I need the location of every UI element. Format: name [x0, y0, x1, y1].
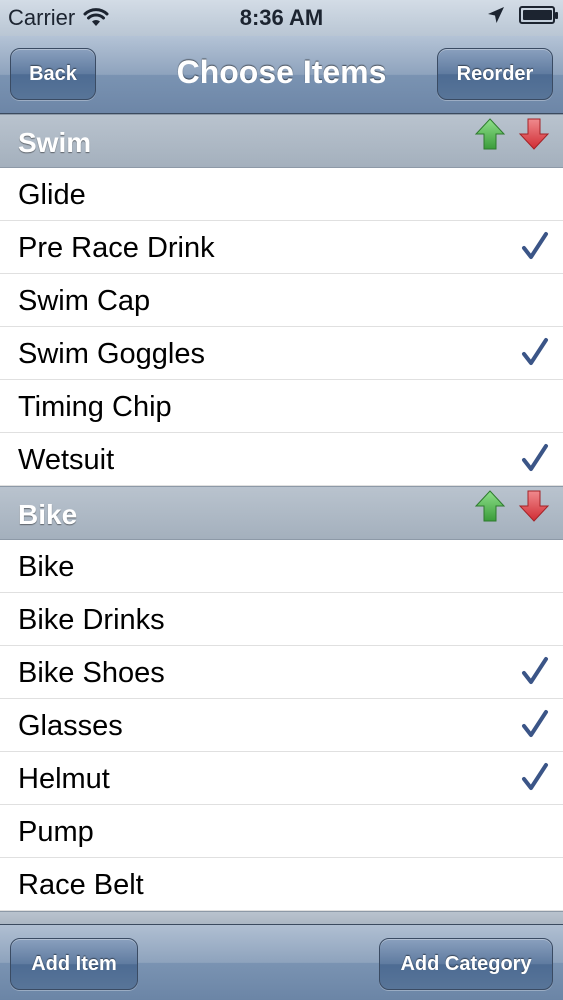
item-label: Timing Chip: [18, 391, 172, 423]
checkmark-icon: [522, 338, 548, 365]
section-title: Swim: [18, 127, 92, 158]
list-item[interactable]: Glide: [0, 168, 563, 221]
item-label: Bike Drinks: [18, 604, 165, 636]
item-label: Pre Race Drink: [18, 232, 215, 264]
list-item[interactable]: Bike: [0, 540, 563, 593]
section-title: Bike: [18, 499, 78, 530]
section-move-controls: [473, 117, 551, 151]
item-label: Glide: [18, 179, 86, 211]
list-item[interactable]: Glasses: [0, 699, 563, 752]
list-item[interactable]: Pump: [0, 805, 563, 858]
list-item[interactable]: Race Belt: [0, 858, 563, 911]
section-header-partial: [0, 911, 563, 924]
add-category-button[interactable]: Add Category: [379, 938, 553, 990]
move-up-arrow-icon[interactable]: [473, 489, 507, 523]
status-time: 8:36 AM: [239, 5, 324, 30]
item-label: Bike: [18, 551, 75, 583]
bottom-toolbar: Add Item Add Category: [0, 924, 563, 1000]
move-down-arrow-icon[interactable]: [517, 489, 551, 523]
section-header-bike: Bike: [0, 486, 563, 540]
move-down-arrow-icon[interactable]: [517, 117, 551, 151]
list-item[interactable]: Pre Race Drink: [0, 221, 563, 274]
item-label: Wetsuit: [18, 444, 115, 476]
item-label: Glasses: [18, 710, 123, 742]
add-item-button[interactable]: Add Item: [10, 938, 138, 990]
items-list[interactable]: Swim Glide Pre Race Drink Swim Cap Swim …: [0, 114, 563, 924]
location-arrow-icon: [488, 7, 504, 23]
checkmark-icon: [522, 763, 548, 790]
battery-icon: [519, 6, 558, 24]
reorder-button[interactable]: Reorder: [437, 48, 553, 100]
item-label: Swim Goggles: [18, 338, 205, 370]
list-item[interactable]: Timing Chip: [0, 380, 563, 433]
checkmark-icon: [522, 444, 548, 471]
item-label: Bike Shoes: [18, 657, 165, 689]
list-item[interactable]: Helmut: [0, 752, 563, 805]
status-bar: Carrier 8:36 AM: [0, 0, 563, 36]
list-item[interactable]: Swim Goggles: [0, 327, 563, 380]
item-label: Helmut: [18, 763, 110, 795]
list-item[interactable]: Bike Drinks: [0, 593, 563, 646]
item-label: Race Belt: [18, 869, 144, 901]
item-label: Pump: [18, 816, 94, 848]
item-label: Swim Cap: [18, 285, 151, 317]
list-item[interactable]: Bike Shoes: [0, 646, 563, 699]
list-item[interactable]: Wetsuit: [0, 433, 563, 486]
move-up-arrow-icon[interactable]: [473, 117, 507, 151]
navigation-bar: Back Choose Items Reorder: [0, 36, 563, 114]
checkmark-icon: [522, 710, 548, 737]
checkmark-icon: [522, 657, 548, 684]
section-move-controls: [473, 489, 551, 523]
list-item[interactable]: Swim Cap: [0, 274, 563, 327]
status-right-group: [487, 6, 558, 24]
section-header-swim: Swim: [0, 114, 563, 168]
checkmark-icon: [522, 232, 548, 259]
